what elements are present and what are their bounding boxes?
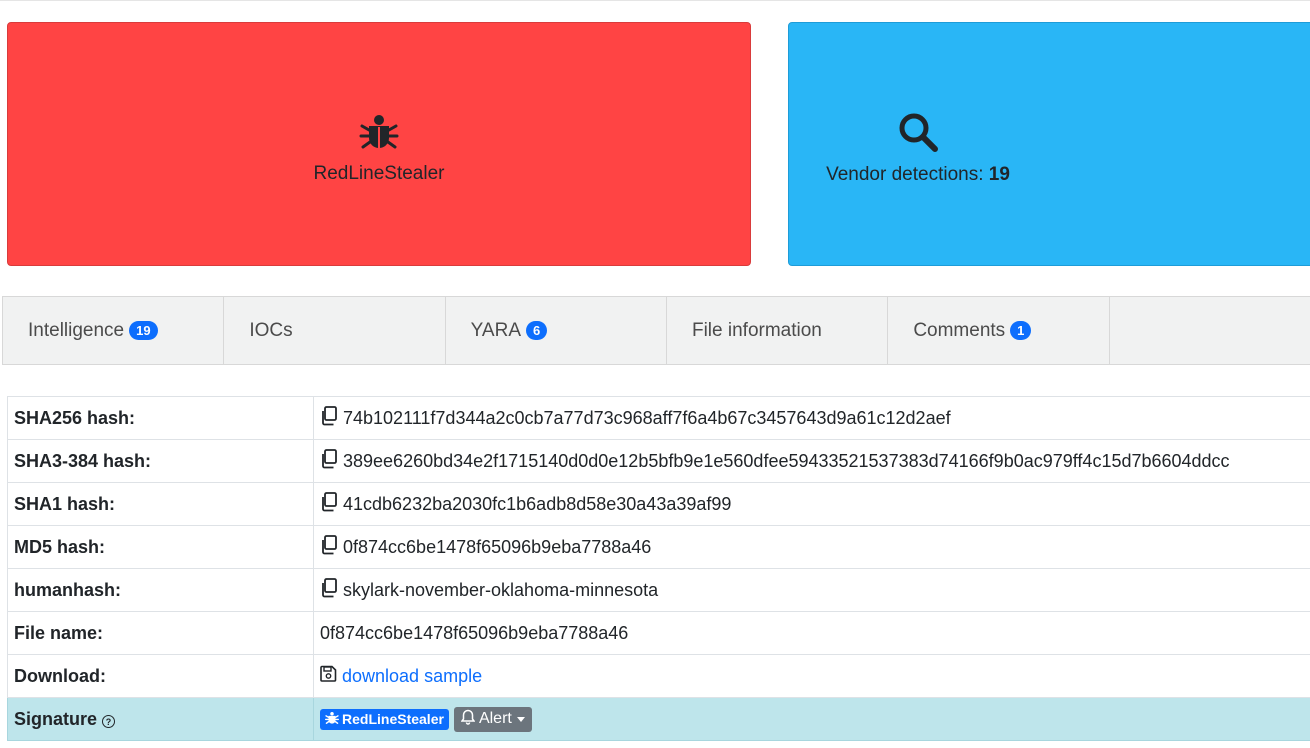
tab-more[interactable] bbox=[1110, 297, 1310, 364]
sha1-label: SHA1 hash: bbox=[7, 482, 314, 526]
help-icon[interactable]: ? bbox=[102, 715, 116, 728]
sha3-label: SHA3-384 hash: bbox=[7, 439, 314, 483]
alert-dropdown-button[interactable]: Alert bbox=[453, 706, 532, 732]
sha3-value: 389ee6260bd34e2f1715140d0d0e12b5bfb9e1e5… bbox=[343, 450, 1230, 471]
vendor-detections-label: Vendor detections: bbox=[826, 163, 989, 185]
search-icon bbox=[897, 111, 939, 158]
table-row: humanhash: skylark-november-oklahoma-min… bbox=[7, 568, 1310, 612]
floppy-disk-icon bbox=[320, 665, 337, 687]
table-row: File name: 0f874cc6be1478f65096b9eba7788… bbox=[7, 611, 1310, 655]
copy-icon[interactable] bbox=[320, 448, 338, 474]
signature-card: RedLineStealer bbox=[7, 22, 751, 266]
tab-yara[interactable]: YARA 6 bbox=[446, 297, 667, 364]
filename-value: 0f874cc6be1478f65096b9eba7788a46 bbox=[313, 611, 1310, 655]
vendor-detections-count: 19 bbox=[988, 163, 1010, 185]
tab-badge: 6 bbox=[526, 321, 548, 340]
tab-label: IOCs bbox=[249, 319, 293, 341]
filename-label: File name: bbox=[7, 611, 314, 655]
sha256-cell: 74b102111f7d344a2c0cb7a77d73c968aff7f6a4… bbox=[313, 396, 1310, 440]
tab-badge: 19 bbox=[129, 321, 158, 340]
tab-label: Intelligence bbox=[28, 319, 125, 341]
sha1-cell: 41cdb6232ba2030fc1b6adb8d58e30a43a39af99 bbox=[313, 482, 1310, 526]
caret-down-icon bbox=[516, 716, 525, 722]
signature-cell: RedLineStealer Alert bbox=[313, 697, 1310, 741]
download-cell: download sample bbox=[313, 654, 1310, 698]
tab-label: YARA bbox=[470, 319, 521, 341]
signature-label-cell: Signature? bbox=[7, 697, 314, 741]
copy-icon[interactable] bbox=[320, 534, 338, 560]
tab-label: File information bbox=[691, 319, 822, 341]
table-row: SHA1 hash: 41cdb6232ba2030fc1b6adb8d58e3… bbox=[7, 482, 1310, 526]
vendor-detections-text: Vendor detections: 19 bbox=[826, 164, 1010, 186]
download-label: Download: bbox=[7, 654, 314, 698]
table-row: SHA256 hash: 74b102111f7d344a2c0cb7a77d7… bbox=[7, 396, 1310, 440]
file-info-table: SHA256 hash: 74b102111f7d344a2c0cb7a77d7… bbox=[7, 396, 1310, 741]
table-row: Signature? RedLineStealer Alert bbox=[7, 697, 1310, 741]
tab-comments[interactable]: Comments 1 bbox=[888, 297, 1110, 364]
tab-file-information[interactable]: File information bbox=[667, 297, 889, 364]
md5-value: 0f874cc6be1478f65096b9eba7788a46 bbox=[343, 536, 652, 557]
humanhash-cell: skylark-november-oklahoma-minnesota bbox=[313, 568, 1310, 612]
md5-cell: 0f874cc6be1478f65096b9eba7788a46 bbox=[313, 525, 1310, 569]
tab-badge: 1 bbox=[1010, 321, 1032, 340]
sha1-value: 41cdb6232ba2030fc1b6adb8d58e30a43a39af99 bbox=[343, 493, 732, 514]
sha256-value: 74b102111f7d344a2c0cb7a77d73c968aff7f6a4… bbox=[343, 407, 951, 428]
humanhash-value: skylark-november-oklahoma-minnesota bbox=[343, 579, 659, 600]
table-row: SHA3-384 hash: 389ee6260bd34e2f1715140d0… bbox=[7, 439, 1310, 483]
tab-iocs[interactable]: IOCs bbox=[224, 297, 446, 364]
top-divider bbox=[0, 0, 1310, 1]
table-row: Download: download sample bbox=[7, 654, 1310, 698]
tab-intelligence[interactable]: Intelligence 19 bbox=[3, 297, 225, 364]
copy-icon[interactable] bbox=[320, 491, 338, 517]
signature-badge[interactable]: RedLineStealer bbox=[320, 708, 449, 730]
alert-label: Alert bbox=[478, 710, 512, 727]
bell-icon bbox=[460, 709, 479, 730]
vendor-detections-card: Vendor detections: 19 bbox=[788, 22, 1310, 266]
signature-label: Signature bbox=[14, 708, 98, 729]
humanhash-label: humanhash: bbox=[7, 568, 314, 612]
sha3-cell: 389ee6260bd34e2f1715140d0d0e12b5bfb9e1e5… bbox=[313, 439, 1310, 483]
signature-card-label: RedLineStealer bbox=[313, 162, 445, 184]
bug-icon bbox=[359, 112, 399, 157]
tab-label: Comments bbox=[913, 319, 1006, 341]
bug-icon bbox=[325, 711, 342, 728]
tab-bar: Intelligence 19 IOCs YARA 6 File informa… bbox=[2, 296, 1310, 365]
sha256-label: SHA256 hash: bbox=[7, 396, 314, 440]
download-sample-link[interactable]: download sample bbox=[342, 666, 482, 687]
md5-label: MD5 hash: bbox=[7, 525, 314, 569]
copy-icon[interactable] bbox=[320, 405, 338, 431]
copy-icon[interactable] bbox=[320, 577, 338, 603]
table-row: MD5 hash: 0f874cc6be1478f65096b9eba7788a… bbox=[7, 525, 1310, 569]
signature-badge-label: RedLineStealer bbox=[342, 711, 444, 727]
